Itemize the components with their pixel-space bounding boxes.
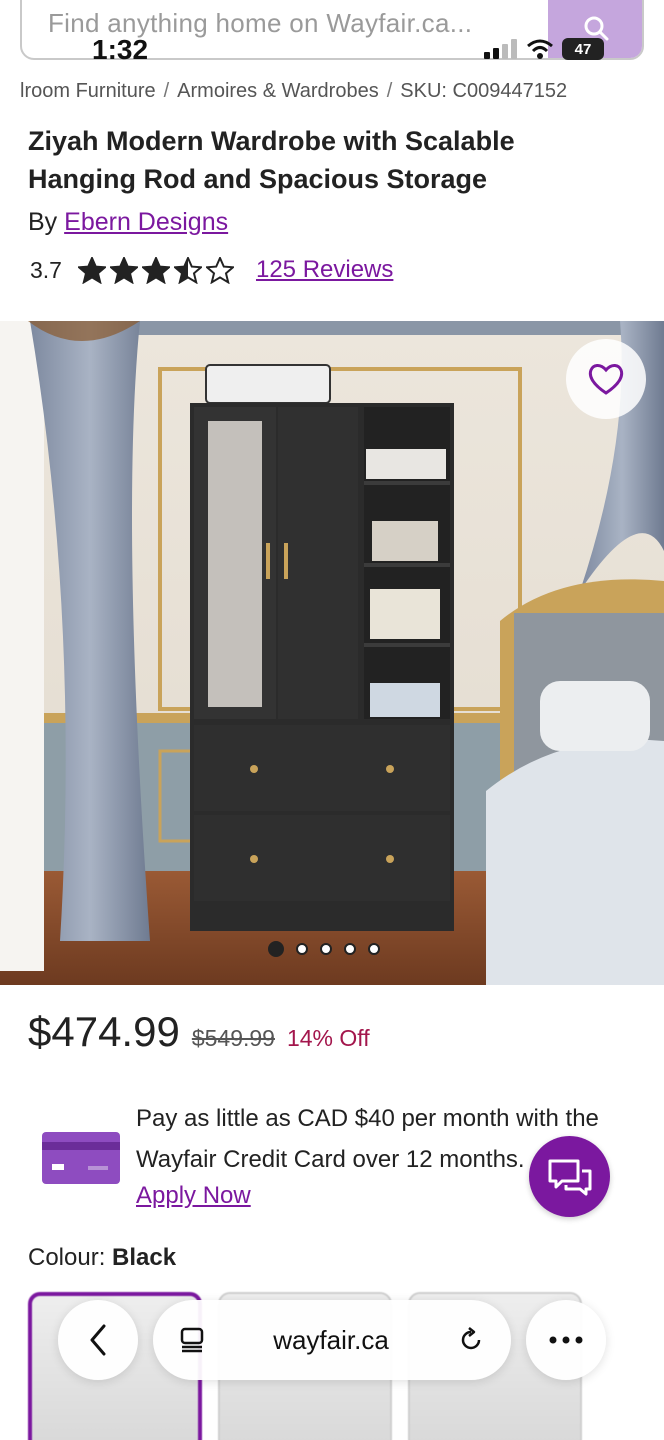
chat-icon: [548, 1159, 591, 1195]
product-photo: [0, 321, 664, 985]
breadcrumb: lroom Furniture / Armoires & Wardrobes / SKU…: [20, 80, 660, 103]
colour-label: Colour:: [28, 1244, 106, 1271]
star-icon: [109, 256, 138, 284]
back-icon: [90, 1324, 106, 1356]
chat-button[interactable]: [529, 1136, 610, 1217]
carousel-dots: [268, 941, 380, 957]
wifi-icon: [527, 39, 553, 59]
more-icon: [549, 1336, 583, 1344]
discount-label: 14% Off: [286, 1025, 370, 1051]
battery-level: 47: [574, 40, 592, 58]
reviews-link[interactable]: 125 Reviews: [256, 256, 393, 284]
carousel-dot[interactable]: [296, 943, 308, 955]
breadcrumb-separator: /: [163, 80, 170, 102]
current-price: $474.99: [28, 1008, 180, 1055]
carousel-dot[interactable]: [320, 943, 332, 955]
signal-icon: [484, 39, 517, 59]
more-button[interactable]: [526, 1300, 606, 1380]
battery-icon: 47: [562, 38, 604, 60]
breadcrumb-separator: /: [386, 80, 393, 102]
favorite-button[interactable]: [566, 339, 646, 419]
breadcrumb-item[interactable]: lroom Furniture: [20, 80, 156, 102]
breadcrumb-sku: SKU: C009447152: [400, 80, 568, 102]
star-icon: [141, 256, 170, 284]
status-time: 1:32: [92, 34, 149, 65]
product-title: Ziyah Modern Wardrobe with Scalable Hang…: [28, 126, 515, 194]
url-text[interactable]: wayfair.ca: [273, 1325, 389, 1356]
breadcrumb-item[interactable]: Armoires & Wardrobes: [177, 80, 379, 102]
tabs-icon[interactable]: [179, 1327, 205, 1353]
star-icon: [205, 256, 234, 284]
star-icon: [173, 256, 202, 284]
carousel-dot[interactable]: [368, 943, 380, 955]
product-image[interactable]: [0, 321, 664, 985]
carousel-dot[interactable]: [344, 943, 356, 955]
rating-row: 3.7 125 Reviews: [30, 256, 393, 284]
carousel-dot[interactable]: [268, 941, 284, 957]
apply-now-link[interactable]: Apply Now: [136, 1182, 251, 1210]
star-icon: [77, 256, 106, 284]
price-row: $474.99 $549.99 14% Off: [28, 1008, 370, 1056]
colour-selector-label: Colour: Black: [28, 1244, 176, 1272]
brand-prefix: By: [28, 208, 58, 236]
browser-toolbar: wayfair.ca: [0, 1300, 664, 1384]
brand-link[interactable]: Ebern Designs: [64, 208, 228, 236]
star-rating: [77, 256, 234, 284]
status-icons: 47: [484, 38, 604, 60]
colour-value: Black: [112, 1244, 177, 1271]
credit-card-icon: [42, 1132, 120, 1184]
original-price: $549.99: [191, 1025, 275, 1051]
address-bar[interactable]: wayfair.ca: [153, 1300, 511, 1380]
reload-icon[interactable]: [457, 1326, 485, 1354]
back-button[interactable]: [58, 1300, 138, 1380]
heart-icon: [588, 364, 624, 395]
brand-line: By Ebern Designs: [28, 208, 228, 237]
rating-value: 3.7: [30, 256, 62, 283]
